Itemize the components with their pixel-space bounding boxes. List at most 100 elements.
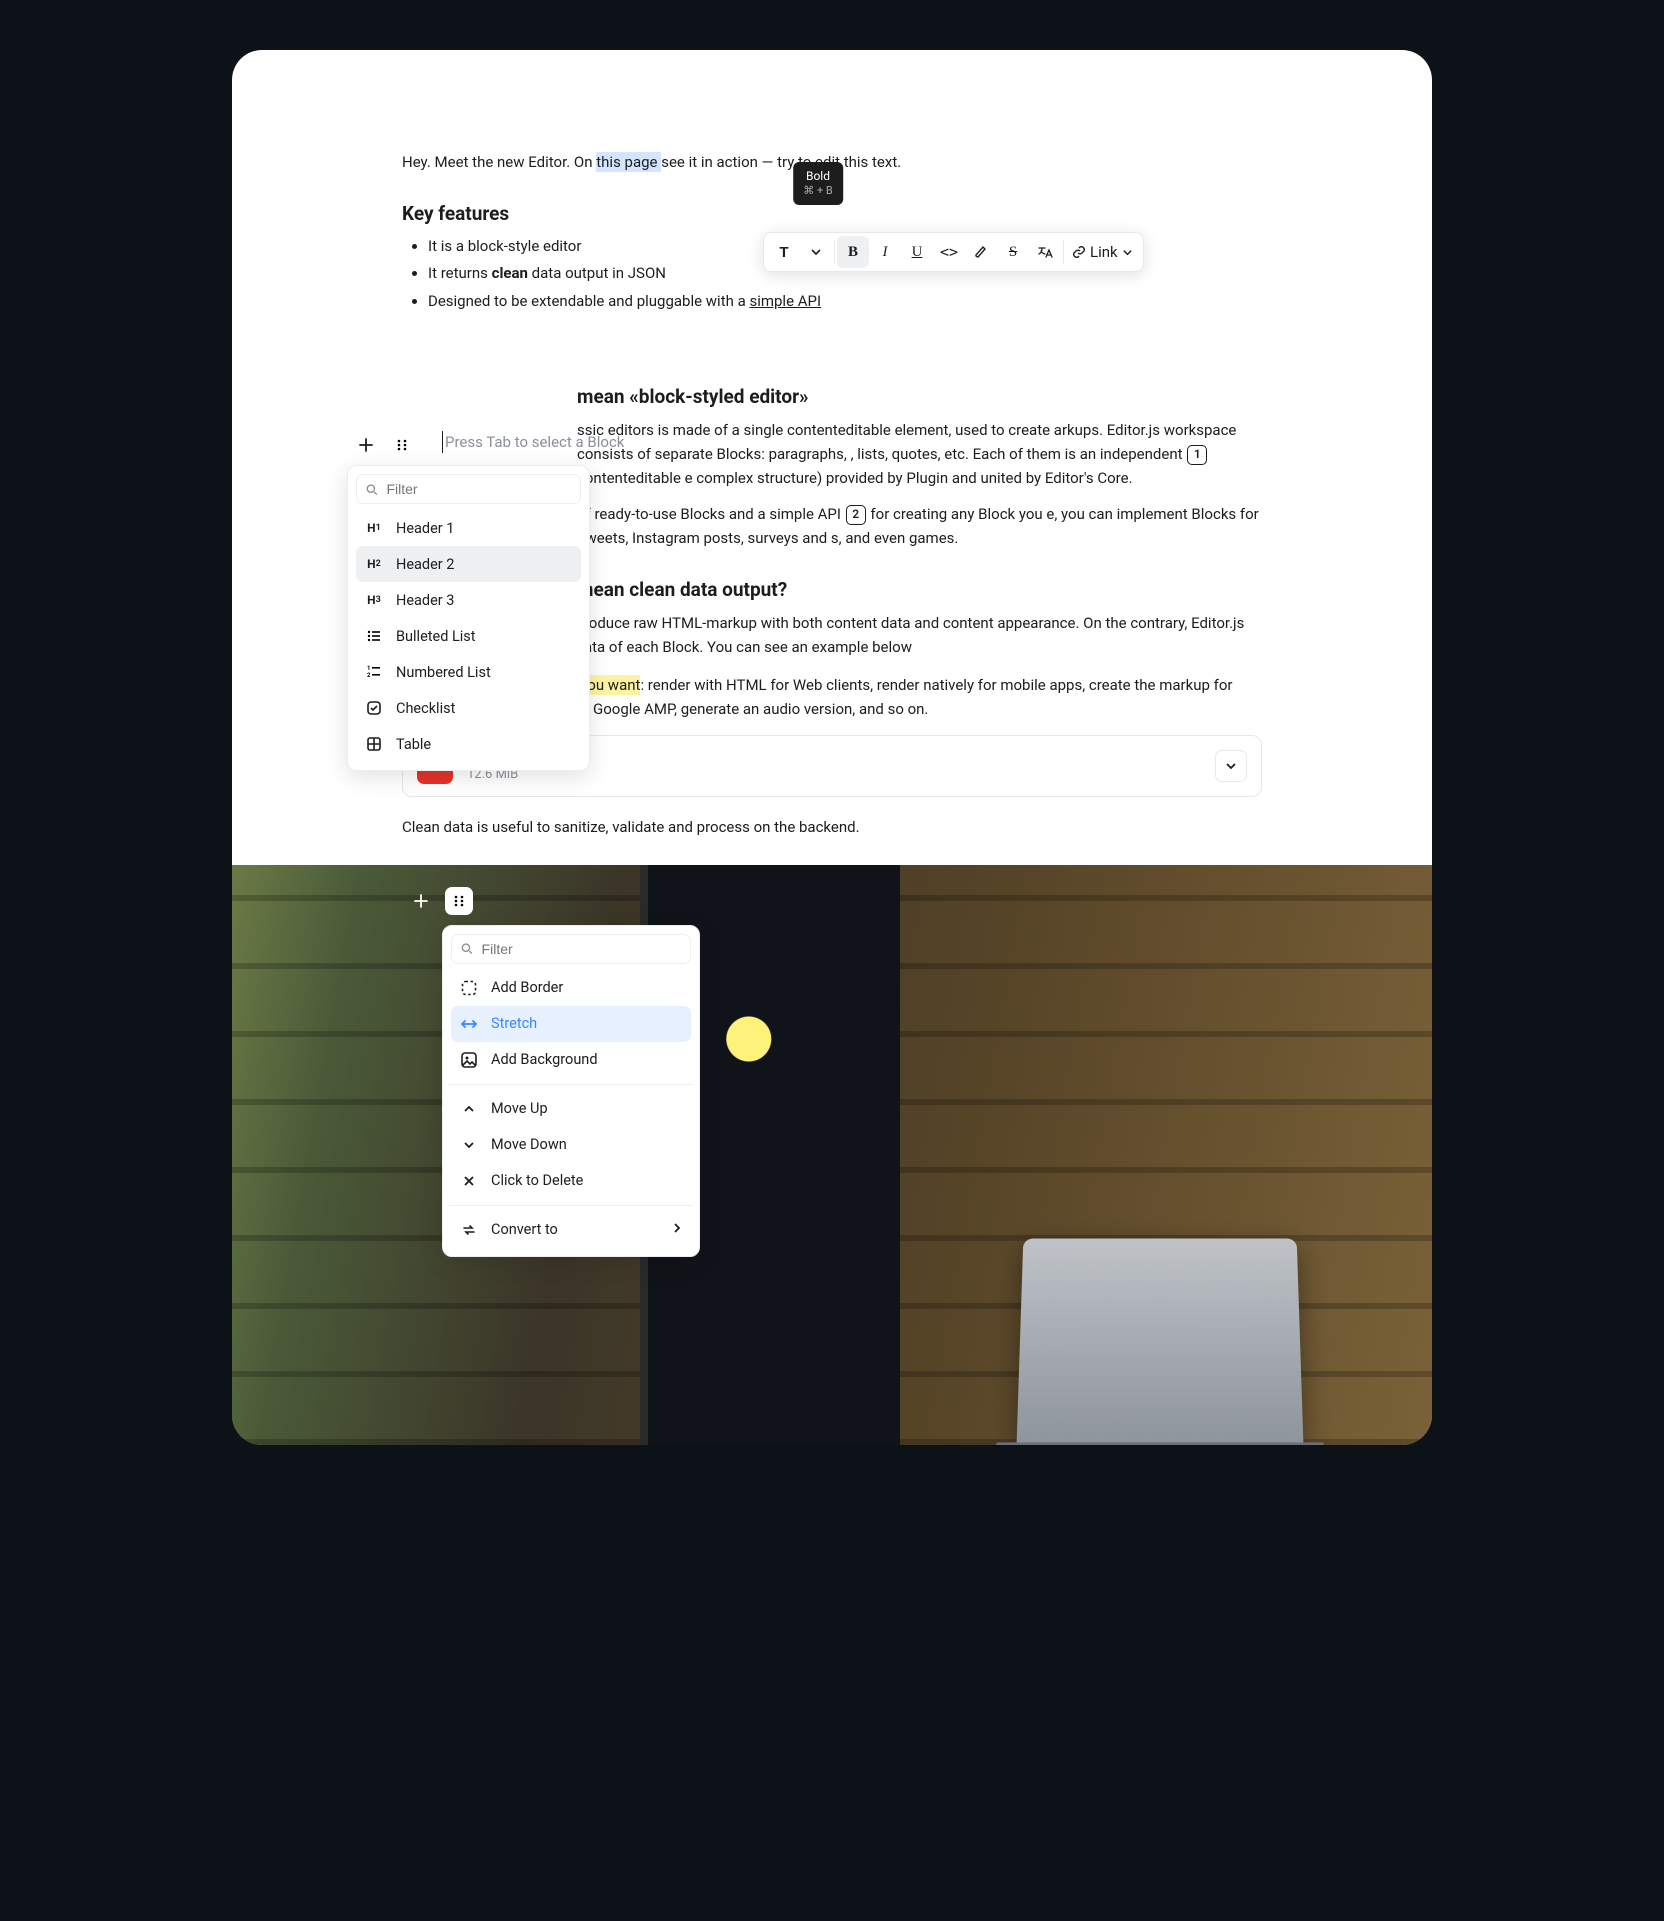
tune-block-button[interactable]: [445, 887, 473, 915]
tune-block-button[interactable]: [388, 431, 416, 459]
picker-item-h3[interactable]: H3 Header 3: [356, 582, 581, 618]
placeholder-text: Press Tab to select a Block: [445, 433, 624, 451]
tooltip-shortcut: ⌘ + B: [803, 184, 833, 199]
picker-item-h1[interactable]: H1 Header 1: [356, 510, 581, 546]
search-icon: [365, 482, 378, 497]
text: Hey. Meet the new Editor. On: [402, 153, 596, 171]
filter-input[interactable]: [482, 941, 682, 957]
bold-tooltip: Bold ⌘ + B: [793, 162, 843, 205]
settings-item-move-up[interactable]: Move Up: [451, 1091, 691, 1127]
text: see it in action — try to edit this text…: [661, 153, 901, 171]
item-label: Bulleted List: [396, 628, 476, 645]
picker-item-ol[interactable]: 12 Numbered List: [356, 654, 581, 690]
chevron-down-icon: [1122, 247, 1133, 258]
text: Designed to be extendable and pluggable …: [428, 292, 749, 310]
chevron-down-icon: [459, 1135, 479, 1155]
file-options-button[interactable]: [1215, 750, 1247, 782]
settings-item-delete[interactable]: Click to Delete: [451, 1163, 691, 1199]
settings-item-stretch[interactable]: Stretch: [451, 1006, 691, 1042]
add-block-button[interactable]: [407, 887, 435, 915]
settings-item-convert[interactable]: Convert to: [451, 1212, 691, 1248]
svg-text:1: 1: [367, 665, 370, 672]
bold-button[interactable]: B: [837, 236, 869, 268]
item-label: Add Background: [491, 1051, 598, 1068]
add-block-button[interactable]: [352, 431, 380, 459]
picker-item-checklist[interactable]: Checklist: [356, 690, 581, 726]
chevron-down-icon[interactable]: [800, 236, 832, 268]
background-icon: [459, 1050, 479, 1070]
chevron-down-icon: [1225, 760, 1237, 772]
text-type-button[interactable]: T: [768, 236, 800, 268]
link-icon: [1072, 245, 1086, 259]
text: of ready-to-use Blocks and a simple API: [577, 505, 845, 523]
chevron-right-icon: [671, 1221, 683, 1238]
link-label: Link: [1090, 243, 1118, 261]
text: contenteditable e complex structure) pro…: [577, 469, 1133, 487]
filter-input[interactable]: [386, 481, 572, 497]
picker-item-h2[interactable]: H2Header 2: [356, 546, 581, 582]
text: data output in JSON: [528, 264, 666, 282]
filter-field[interactable]: [356, 474, 581, 504]
photo-laptop: [1017, 1238, 1304, 1445]
list-item[interactable]: Designed to be extendable and pluggable …: [428, 290, 1262, 313]
text: It is a block-style editor: [428, 237, 581, 255]
marker-button[interactable]: [965, 236, 997, 268]
underline-button[interactable]: U: [901, 236, 933, 268]
heading-block-styled[interactable]: mean «block-styled editor»: [402, 385, 1262, 408]
tooltip-title: Bold: [803, 168, 833, 184]
new-block-input[interactable]: Press Tab to select a Block: [442, 431, 624, 453]
document-area: Bold ⌘ + B T B I U <> S Link: [232, 50, 1432, 865]
chevron-up-icon: [459, 1099, 479, 1119]
footnote-badge: 2: [846, 505, 866, 525]
item-label: Click to Delete: [491, 1172, 583, 1189]
h3-icon: H3: [364, 590, 384, 610]
stretch-icon: [459, 1014, 479, 1034]
settings-item-background[interactable]: Add Background: [451, 1042, 691, 1078]
bold-text: clean: [492, 264, 528, 282]
block-picker-popover: H1 Header 1 H2Header 2 H3 Header 3 Bullete…: [347, 465, 590, 771]
item-label: Header 1: [396, 520, 454, 537]
search-icon: [460, 941, 474, 956]
item-label: Table: [396, 736, 431, 753]
item-label: Checklist: [396, 700, 455, 717]
settings-item-border[interactable]: Add Border: [451, 970, 691, 1006]
table-icon: [364, 734, 384, 754]
text: ssic editors is made of a single content…: [577, 421, 1236, 463]
editor-canvas: Bold ⌘ + B T B I U <> S Link: [232, 50, 1432, 1445]
paragraph-last[interactable]: Clean data is useful to sanitize, valida…: [402, 815, 1262, 839]
item-label: Header 2: [396, 556, 454, 573]
item-label: Move Up: [491, 1100, 548, 1117]
item-label: Header 3: [396, 592, 454, 609]
checklist-icon: [364, 698, 384, 718]
code-button[interactable]: <>: [933, 236, 965, 268]
link-button[interactable]: Link: [1066, 236, 1139, 268]
separator: [449, 1084, 693, 1085]
item-label: Convert to: [491, 1221, 558, 1238]
strikethrough-button[interactable]: S: [997, 236, 1029, 268]
italic-button[interactable]: I: [869, 236, 901, 268]
bulleted-list-icon: [364, 626, 384, 646]
border-icon: [459, 978, 479, 998]
filter-field[interactable]: [451, 934, 691, 964]
separator: [834, 240, 835, 264]
convert-icon: [459, 1220, 479, 1240]
footnote-badge: 1: [1187, 445, 1207, 465]
picker-item-ul[interactable]: Bulleted List: [356, 618, 581, 654]
image-block[interactable]: Add Border Stretch Add Background Move U…: [232, 865, 1432, 1445]
picker-item-table[interactable]: Table: [356, 726, 581, 762]
image-block-actions: [407, 887, 473, 915]
svg-text:2: 2: [367, 672, 371, 679]
heading-key-features[interactable]: Key features: [402, 202, 1262, 225]
text: It returns: [428, 264, 492, 282]
close-icon: [459, 1171, 479, 1191]
inline-toolbar: T B I U <> S Link: [763, 232, 1144, 272]
translate-button[interactable]: [1029, 236, 1061, 268]
settings-item-move-down[interactable]: Move Down: [451, 1127, 691, 1163]
h1-icon: H1: [364, 518, 384, 538]
block-settings-popover: Add Border Stretch Add Background Move U…: [442, 925, 700, 1257]
separator: [449, 1205, 693, 1206]
item-label: Add Border: [491, 979, 563, 996]
simple-api-link[interactable]: simple API: [749, 292, 821, 310]
item-label: Move Down: [491, 1136, 567, 1153]
item-label: Numbered List: [396, 664, 491, 681]
